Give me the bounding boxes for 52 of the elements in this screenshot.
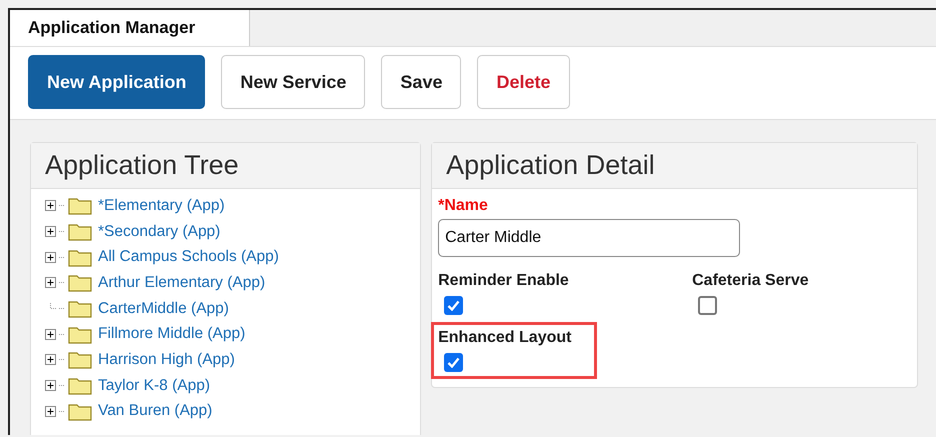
checkbox[interactable] — [444, 353, 464, 372]
toolbar-button[interactable]: Save — [381, 55, 462, 109]
tree-line-icon — [59, 281, 65, 284]
toolbar-button[interactable]: New Service — [221, 55, 366, 109]
expand-icon[interactable] — [45, 354, 56, 366]
tree-line-icon — [59, 230, 65, 234]
panel-title: Application Tree — [31, 143, 420, 189]
folder-icon — [68, 402, 92, 421]
expand-icon[interactable] — [45, 406, 56, 417]
folder-icon — [68, 299, 92, 318]
tree-item[interactable]: Taylor K-8 (App) — [98, 376, 210, 395]
panel-title: Application Detail — [432, 143, 917, 189]
folder-icon — [68, 350, 92, 370]
expand-icon[interactable] — [45, 252, 56, 263]
tree-line-icon — [59, 332, 65, 336]
expand-icon[interactable] — [45, 328, 56, 340]
tree-item[interactable]: Harrison High (App) — [98, 350, 235, 369]
folder-icon — [68, 273, 92, 292]
expand-icon[interactable] — [45, 277, 56, 288]
tree-item[interactable]: *Secondary (App) — [98, 222, 220, 241]
delete-button[interactable]: Delete — [477, 55, 570, 109]
checkbox-label: Reminder Enable — [438, 272, 570, 290]
expand-icon[interactable] — [45, 200, 56, 212]
tree-item[interactable]: Arthur Elementary (App) — [98, 274, 266, 292]
checkbox-label: Cafeteria Serve — [692, 272, 810, 290]
tree-line-icon — [59, 204, 65, 208]
check-icon — [447, 300, 460, 311]
name-field[interactable]: Carter Middle — [438, 219, 740, 257]
tab[interactable]: Application Manager — [10, 10, 250, 46]
expand-icon[interactable] — [45, 226, 56, 238]
tree-item[interactable]: All Campus Schools (App) — [98, 248, 279, 266]
tree-line-icon — [59, 358, 65, 362]
checkbox[interactable] — [698, 296, 718, 315]
folder-icon — [68, 376, 92, 396]
checkbox-label: Enhanced Layout — [438, 329, 572, 347]
check-icon — [447, 357, 460, 368]
tree-item[interactable]: Van Buren (App) — [98, 402, 212, 420]
tree-line-icon — [59, 384, 65, 388]
folder-icon — [68, 196, 92, 216]
expand-icon[interactable] — [45, 380, 56, 392]
tree-line-icon — [59, 410, 65, 413]
tree-item[interactable]: CarterMiddle (App) — [98, 300, 229, 318]
folder-icon — [68, 248, 92, 267]
checkbox[interactable] — [444, 296, 464, 315]
tree-line-icon — [59, 256, 65, 259]
field-label: *Name — [438, 197, 489, 215]
tree-line-icon — [59, 307, 65, 310]
primary-button[interactable]: New Application — [28, 55, 206, 109]
tree-item[interactable]: *Elementary (App) — [98, 196, 225, 215]
folder-icon — [68, 324, 92, 344]
tree-item[interactable]: Fillmore Middle (App) — [98, 325, 246, 344]
folder-icon — [68, 222, 92, 242]
